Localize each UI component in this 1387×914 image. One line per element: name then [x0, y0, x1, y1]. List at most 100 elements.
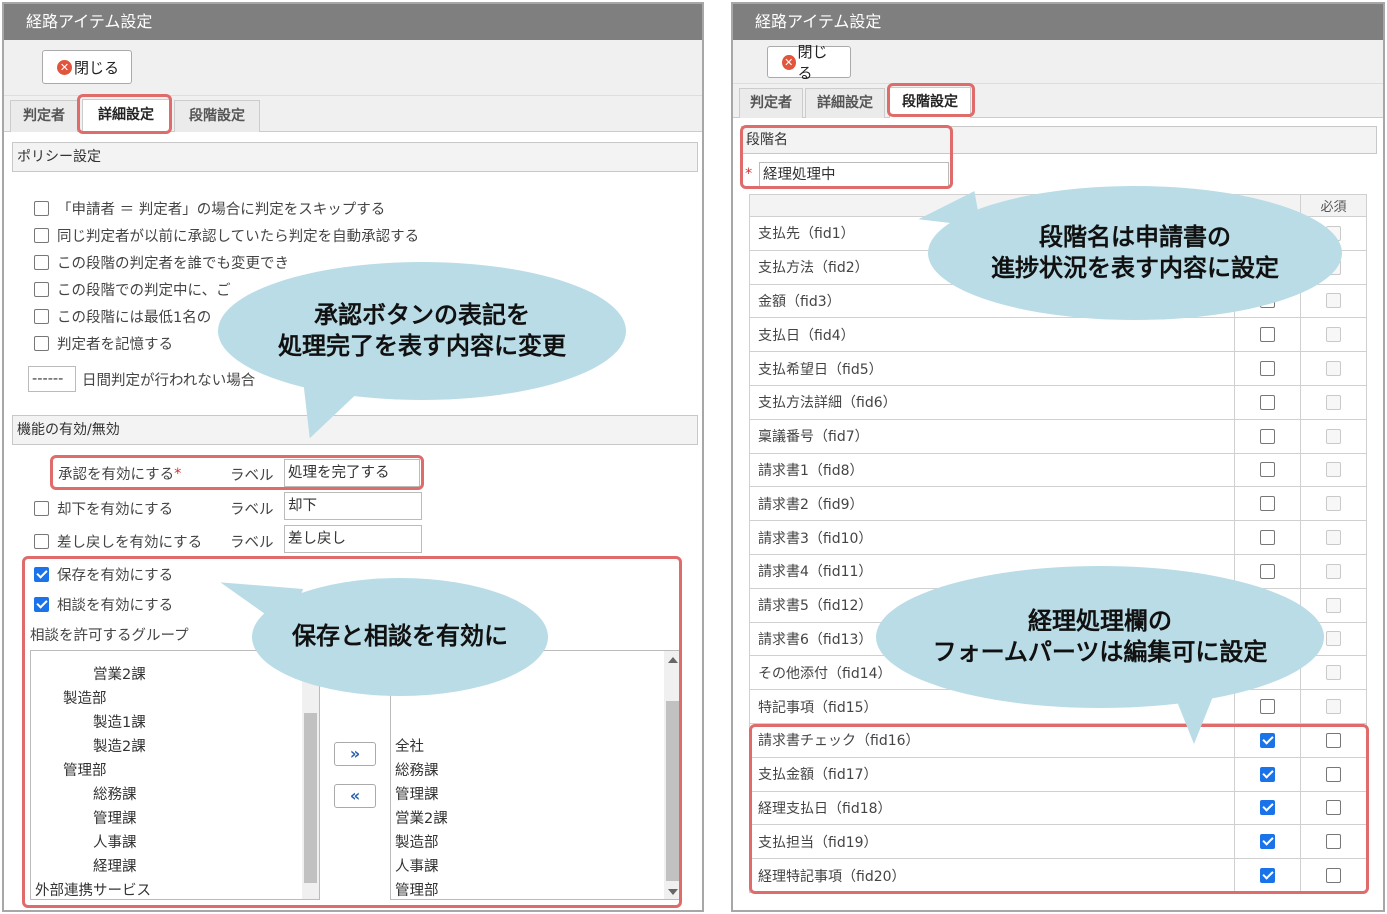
scrollbar[interactable]	[664, 651, 681, 899]
required-cell	[1300, 790, 1367, 826]
required-checkbox	[1326, 293, 1342, 309]
days-input[interactable]: ------	[28, 366, 76, 392]
close-button[interactable]: ✕ 閉じる	[42, 50, 132, 84]
days-label: 日間判定が行われない場合	[82, 373, 256, 389]
required-cell	[1300, 756, 1367, 792]
checkbox[interactable]	[34, 201, 49, 216]
list-item[interactable]: 営業2課	[395, 807, 448, 828]
reject-label-input[interactable]: 却下	[284, 492, 422, 520]
window-title: 経路アイテム設定	[733, 4, 1383, 40]
tab-stage-settings[interactable]: 段階設定	[174, 100, 260, 132]
scroll-up-icon[interactable]	[668, 657, 678, 663]
approve-label-input[interactable]: 処理を完了する	[284, 459, 420, 487]
required-cell	[1300, 858, 1367, 893]
checkbox[interactable]	[34, 228, 49, 243]
checkbox-checked[interactable]	[34, 597, 49, 612]
checkbox[interactable]	[34, 336, 49, 351]
scroll-down-icon[interactable]	[668, 889, 678, 895]
editable-checkbox[interactable]	[1260, 496, 1276, 512]
source-group-list[interactable]: 営業2課 製造部 製造1課 製造2課 管理部 総務課 管理課 人事課 経理課 外…	[30, 650, 320, 900]
tab-detail-settings[interactable]: 詳細設定	[82, 99, 170, 132]
table-row: 請求書1（fid8）	[748, 452, 1367, 488]
checkbox[interactable]	[34, 309, 49, 324]
policy-option[interactable]: 判定者を記憶する	[34, 333, 173, 354]
editable-checkbox[interactable]	[1260, 428, 1276, 444]
editable-cell	[1234, 756, 1302, 792]
policy-option[interactable]: 「申請者 ＝ 判定者」の場合に判定をスキップする	[34, 198, 385, 219]
consult-option[interactable]: 相談を有効にする	[34, 594, 173, 615]
remove-group-button[interactable]: «	[334, 784, 376, 808]
save-option[interactable]: 保存を有効にする	[34, 564, 173, 585]
reject-option[interactable]: 却下を有効にする	[34, 498, 173, 519]
list-item[interactable]: 総務課	[93, 783, 137, 804]
editable-checkbox-checked[interactable]	[1260, 800, 1276, 816]
scroll-thumb[interactable]	[666, 701, 679, 881]
required-checkbox	[1326, 496, 1342, 512]
list-item[interactable]: 製造1課	[93, 711, 146, 732]
list-item[interactable]: 管理部	[63, 759, 107, 780]
list-item[interactable]: 製造部	[63, 687, 107, 708]
policy-option[interactable]: この段階での判定中に、ご	[34, 279, 231, 300]
tab-approver[interactable]: 判定者	[10, 100, 78, 132]
list-item[interactable]: 外部連携サービス	[35, 879, 151, 899]
features-section-header: 機能の有効/無効	[12, 415, 698, 445]
checkbox[interactable]	[34, 501, 49, 516]
list-item[interactable]: 製造2課	[93, 735, 146, 756]
required-checkbox[interactable]	[1326, 868, 1342, 884]
editable-cell	[1234, 824, 1302, 860]
checkbox[interactable]	[34, 534, 49, 549]
close-icon: ✕	[57, 59, 72, 75]
sendback-option[interactable]: 差し戻しを有効にする	[34, 531, 202, 552]
callout-save-consult: 保存と相談を有効に	[252, 578, 548, 696]
editable-checkbox[interactable]	[1260, 530, 1276, 546]
consult-groups-label: 相談を許可するグループ	[30, 628, 189, 644]
tab-approver[interactable]: 判定者	[739, 88, 803, 118]
table-row: 請求書3（fid10）	[748, 520, 1367, 555]
editable-cell	[1234, 452, 1302, 488]
editable-checkbox[interactable]	[1260, 563, 1276, 579]
sendback-label-input[interactable]: 差し戻し	[284, 525, 422, 553]
editable-checkbox-checked[interactable]	[1260, 766, 1276, 782]
scrollbar[interactable]	[302, 651, 319, 899]
editable-checkbox[interactable]	[1260, 327, 1276, 343]
add-group-button[interactable]: »	[334, 742, 376, 766]
required-checkbox[interactable]	[1326, 732, 1342, 748]
list-item[interactable]: 総務課	[395, 759, 439, 780]
editable-checkbox[interactable]	[1260, 394, 1276, 410]
editable-checkbox-checked[interactable]	[1260, 732, 1276, 748]
checkbox-checked[interactable]	[34, 567, 49, 582]
list-item[interactable]: 管理部	[395, 879, 439, 899]
list-item[interactable]: 人事課	[93, 831, 137, 852]
close-button-label: 閉じる	[797, 43, 828, 82]
editable-checkbox-checked[interactable]	[1260, 868, 1276, 884]
tab-detail-settings[interactable]: 詳細設定	[805, 88, 885, 118]
list-item[interactable]: 製造部	[395, 831, 439, 852]
table-row: 稟議番号（fid7）	[748, 418, 1367, 454]
required-checkbox[interactable]	[1326, 766, 1342, 782]
editable-checkbox[interactable]	[1260, 699, 1276, 715]
policy-option[interactable]: この段階の判定者を誰でも変更でき	[34, 252, 289, 273]
list-item[interactable]: 営業2課	[93, 663, 146, 684]
list-item[interactable]: 管理課	[395, 783, 439, 804]
list-item[interactable]: 管理課	[93, 807, 137, 828]
close-button[interactable]: ✕ 閉じる	[767, 43, 851, 82]
policy-option[interactable]: この段階には最低1名の	[34, 306, 211, 327]
list-item[interactable]: 人事課	[395, 855, 439, 876]
required-cell	[1300, 418, 1367, 454]
editable-checkbox-checked[interactable]	[1260, 834, 1276, 850]
checkbox[interactable]	[34, 255, 49, 270]
checkbox[interactable]	[34, 282, 49, 297]
list-item[interactable]: 経理課	[93, 855, 137, 876]
editable-checkbox[interactable]	[1260, 462, 1276, 478]
table-row: 支払担当（fid19）	[748, 824, 1367, 860]
scroll-thumb[interactable]	[304, 713, 317, 883]
policy-option[interactable]: 同じ判定者が以前に承認していたら判定を自動承認する	[34, 225, 419, 246]
editable-checkbox[interactable]	[1260, 361, 1276, 377]
tab-stage-settings[interactable]: 段階設定	[889, 87, 971, 118]
list-item[interactable]: 全社	[395, 735, 424, 756]
required-checkbox[interactable]	[1326, 834, 1342, 850]
required-checkbox[interactable]	[1326, 800, 1342, 816]
field-name: 請求書2（fid9）	[748, 486, 1236, 522]
stage-name-input[interactable]: 経理処理中	[759, 162, 949, 188]
callout-approve-label: 承認ボタンの表記を 処理完了を表す内容に変更	[218, 262, 626, 400]
